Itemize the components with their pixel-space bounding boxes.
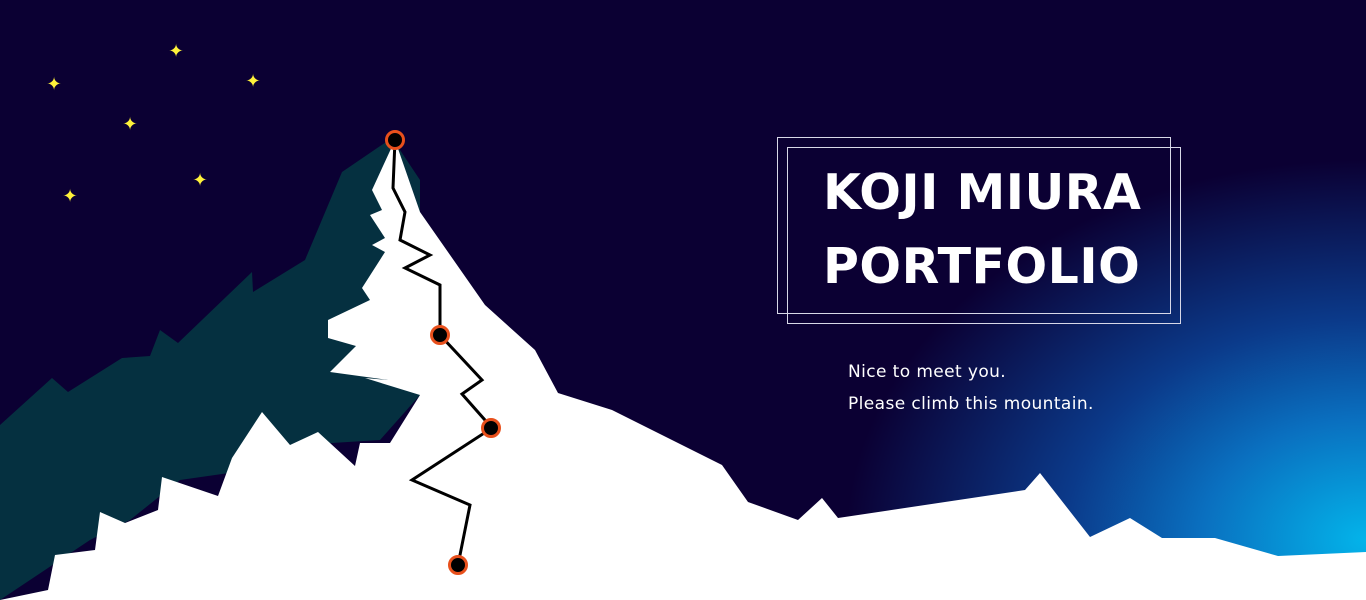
title-line-portfolio: PORTFOLIO: [823, 238, 1141, 295]
page-title: KOJI MIURA PORTFOLIO: [777, 156, 1171, 304]
star-icon: ✦: [245, 71, 261, 92]
checkpoint-upper[interactable]: [430, 325, 450, 345]
star-icon: ✦: [62, 186, 78, 207]
greeting-text: Nice to meet you. Please climb this moun…: [848, 356, 1094, 420]
title-line-name: KOJI MIURA: [823, 164, 1142, 221]
checkpoint-middle[interactable]: [481, 418, 501, 438]
checkpoint-summit[interactable]: [385, 130, 405, 150]
hero-section: ✦ ✦ ✦ ✦ ✦ ✦ KOJI MIURA PORTFOLIO Nice to…: [0, 0, 1366, 600]
star-icon: ✦: [168, 41, 184, 62]
star-icon: ✦: [122, 114, 138, 135]
star-icon: ✦: [46, 74, 62, 95]
checkpoint-base[interactable]: [448, 555, 468, 575]
greeting-line-1: Nice to meet you.: [848, 362, 1007, 382]
star-icon: ✦: [192, 170, 208, 191]
greeting-line-2: Please climb this mountain.: [848, 394, 1094, 414]
